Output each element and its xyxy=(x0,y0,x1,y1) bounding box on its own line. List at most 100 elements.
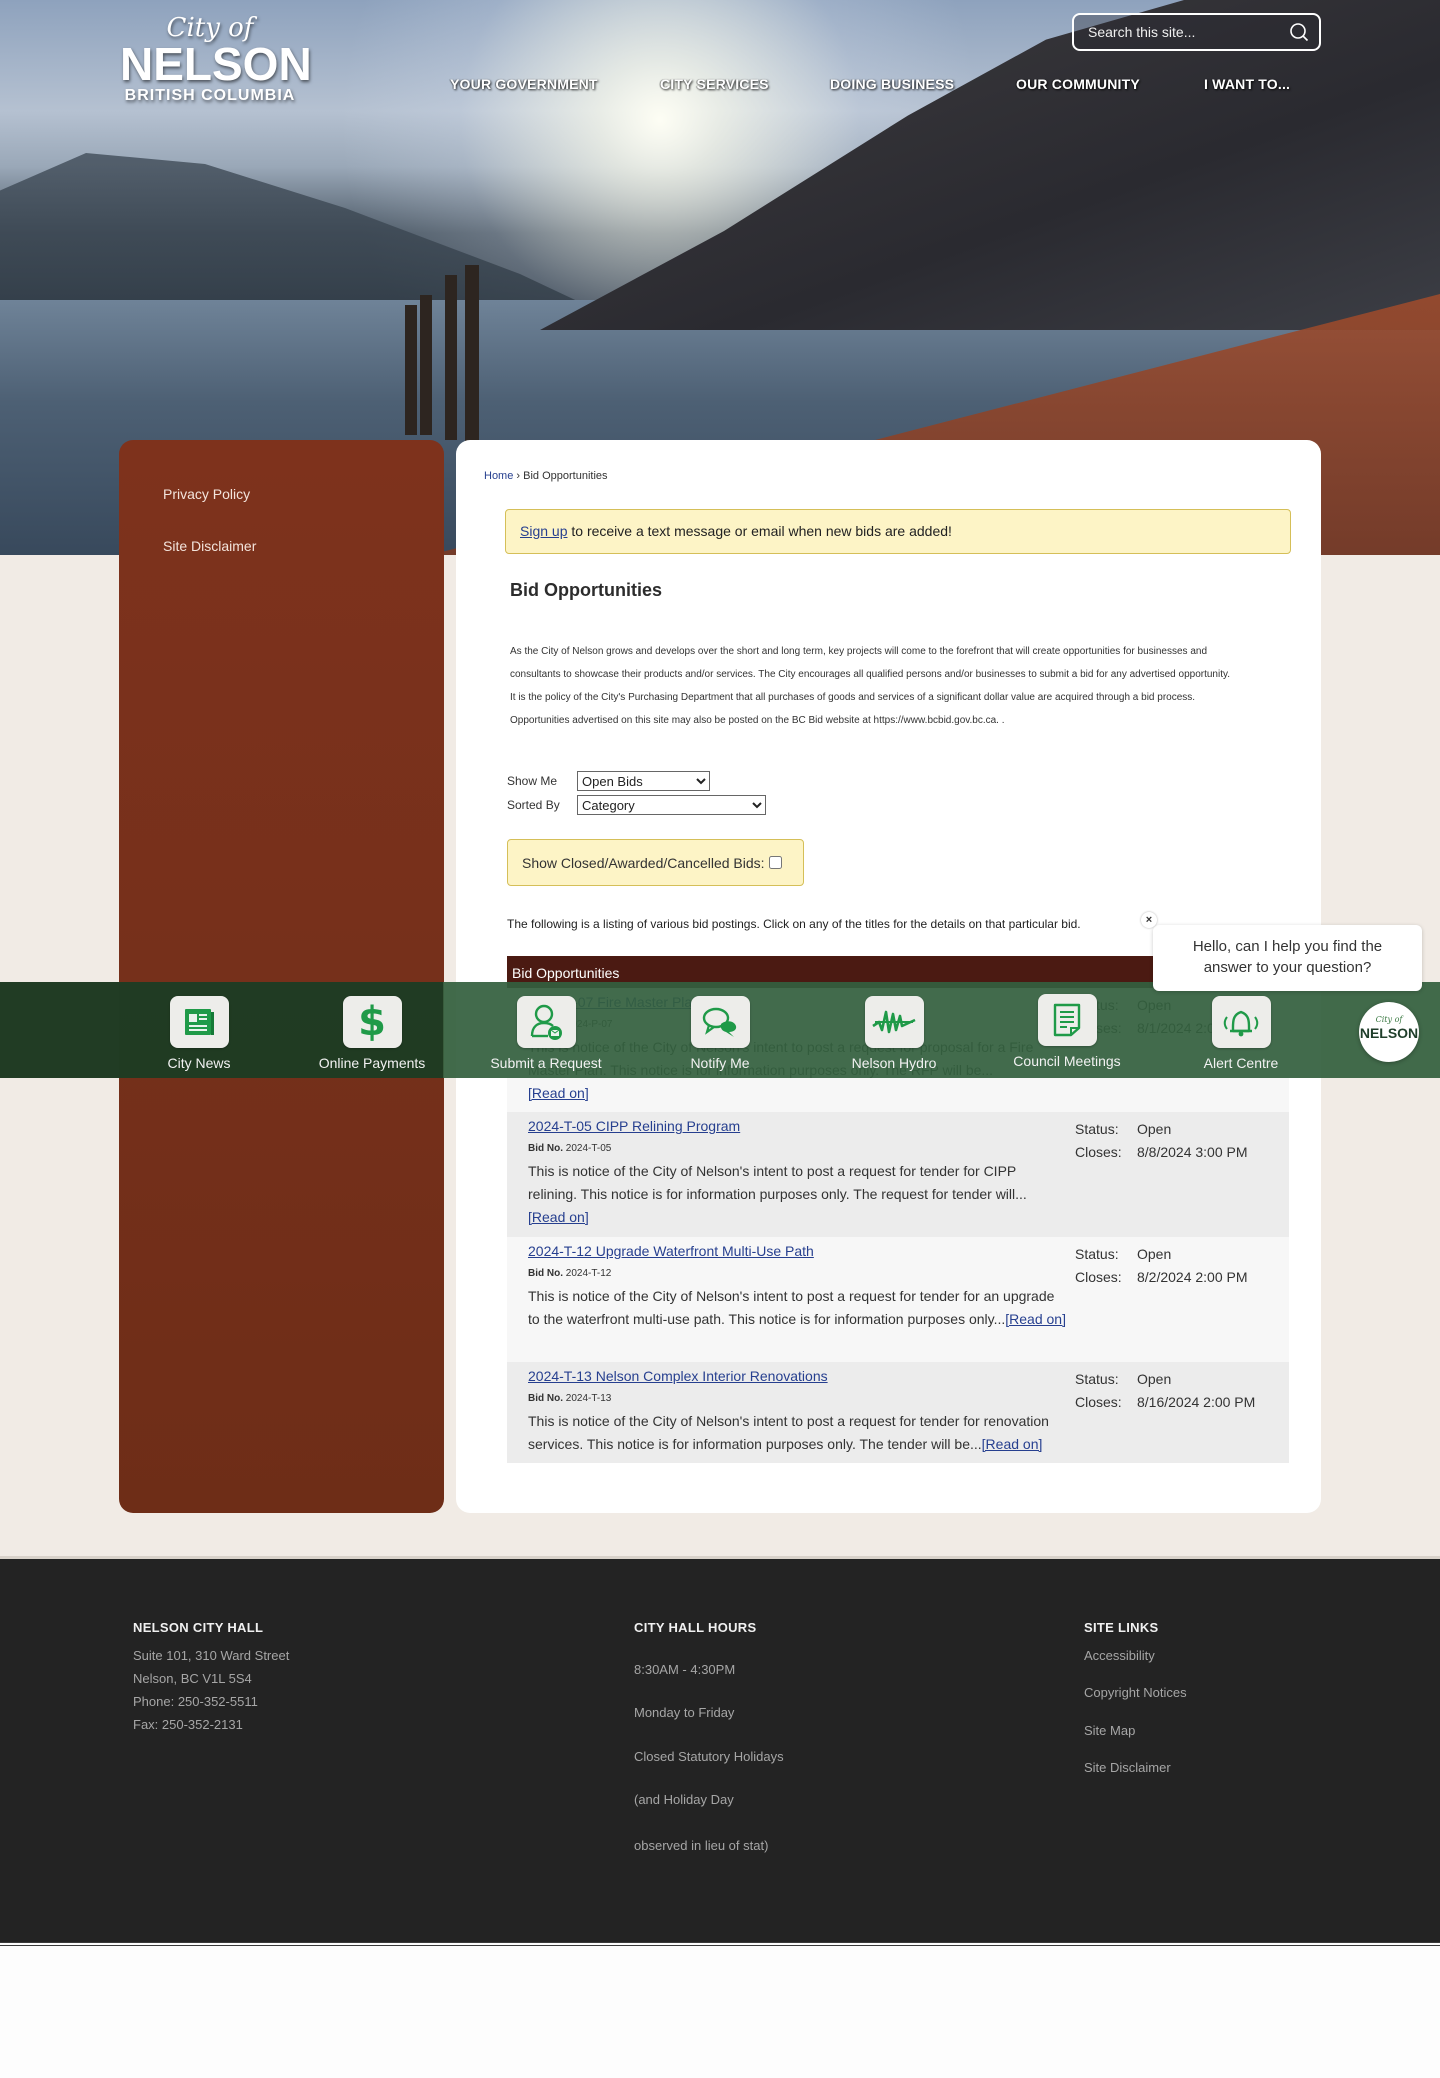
footer-hours-heading: CITY HALL HOURS xyxy=(634,1620,757,1635)
hydro-logo-icon xyxy=(872,1010,916,1034)
quicklink-label: Online Payments xyxy=(318,1055,426,1071)
nav-i-want-to[interactable]: I WANT TO... xyxy=(1204,76,1290,92)
chat-greeting-bubble[interactable]: Hello, can I help you find the answer to… xyxy=(1153,925,1422,991)
chat-logo-city-of: City of xyxy=(1375,1015,1403,1024)
footer-hours-line: (and Holiday Day xyxy=(634,1792,734,1807)
chat-bubbles-icon xyxy=(702,1007,737,1037)
bid-no-key: Bid No. xyxy=(528,1143,563,1154)
show-closed-checkbox[interactable] xyxy=(768,856,782,869)
sorted-by-label: Sorted By xyxy=(507,798,560,812)
bid-meta: Status: Open Closes: 8/16/2024 2:00 PM xyxy=(1075,1368,1285,1414)
quicklink-nelson-hydro[interactable]: Nelson Hydro xyxy=(819,996,969,1071)
bid-row: 2024-T-13 Nelson Complex Interior Renova… xyxy=(507,1362,1289,1463)
bid-no-value: 2024-T-12 xyxy=(565,1268,612,1279)
intro-line: consultants to showcase their products a… xyxy=(510,669,1231,680)
dollar-icon: $ xyxy=(358,999,386,1045)
status-value: Open xyxy=(1137,1121,1172,1137)
search-input[interactable] xyxy=(1088,24,1289,40)
status-value: Open xyxy=(1137,1246,1172,1262)
bid-description: This is notice of the City of Nelson's i… xyxy=(528,1410,1068,1456)
closes-key: Closes: xyxy=(1075,1394,1122,1410)
status-key: Status: xyxy=(1075,1246,1119,1262)
quicklink-label: Submit a Request xyxy=(490,1055,602,1071)
quicklink-submit-request[interactable]: Submit a Request xyxy=(471,996,621,1071)
site-search xyxy=(1072,13,1321,51)
quicklink-alert-centre[interactable]: Alert Centre xyxy=(1166,996,1316,1071)
footer-link-site-disclaimer[interactable]: Site Disclaimer xyxy=(1084,1760,1171,1775)
page-title: Bid Opportunities xyxy=(510,580,662,600)
quicklink-online-payments[interactable]: $ Online Payments xyxy=(297,996,447,1071)
bell-icon xyxy=(1223,1010,1259,1037)
bid-description: This is notice of the City of Nelson's i… xyxy=(528,1285,1068,1331)
chat-logo-nelson: NELSON xyxy=(1359,1025,1419,1041)
page-bottom-area xyxy=(0,1942,1440,2078)
show-me-select[interactable]: Open Bids xyxy=(577,771,710,791)
quicklink-label: City News xyxy=(167,1055,231,1071)
quicklink-city-news[interactable]: City News xyxy=(124,996,274,1071)
quicklink-council-meetings[interactable]: Council Meetings xyxy=(992,994,1142,1069)
bid-title-link[interactable]: 2024-T-13 Nelson Complex Interior Renova… xyxy=(528,1368,1068,1390)
nav-your-government[interactable]: YOUR GOVERNMENT xyxy=(450,76,598,92)
footer-site-links-heading: SITE LINKS xyxy=(1084,1620,1159,1635)
sorted-by-select[interactable]: Category xyxy=(577,795,766,815)
read-on-link[interactable]: [Read on] xyxy=(528,1209,589,1225)
bid-number: Bid No. 2024-T-12 xyxy=(528,1265,1068,1285)
quick-links-bar: City News $ Online Payments Submit a Req… xyxy=(0,982,1440,1078)
quicklink-label: Nelson Hydro xyxy=(851,1055,937,1071)
footer-city-hall-heading: NELSON CITY HALL xyxy=(133,1620,264,1635)
nav-city-services[interactable]: CITY SERVICES xyxy=(660,76,769,92)
bid-desc-text: This is notice of the City of Nelson's i… xyxy=(528,1163,1027,1202)
quicklink-label: Notify Me xyxy=(690,1055,750,1071)
signup-text: to receive a text message or email when … xyxy=(567,523,952,539)
closes-key: Closes: xyxy=(1075,1269,1122,1285)
chat-launcher-button[interactable]: City of NELSON xyxy=(1359,1002,1419,1062)
nav-our-community[interactable]: OUR COMMUNITY xyxy=(1016,76,1140,92)
signup-link[interactable]: Sign up xyxy=(520,523,567,539)
status-value: Open xyxy=(1137,1371,1172,1387)
bid-desc-text: This is notice of the City of Nelson's i… xyxy=(528,1288,1055,1327)
sidebar-item-site-disclaimer[interactable]: Site Disclaimer xyxy=(163,538,256,554)
quicklink-label: Council Meetings xyxy=(1013,1053,1121,1069)
footer-phone: Phone: 250-352-5511 xyxy=(133,1694,258,1709)
logo-british-columbia: BRITISH COLUMBIA xyxy=(124,87,296,104)
intro-text: As the City of Nelson grows and develops… xyxy=(510,640,1300,732)
footer-hours-line: Monday to Friday xyxy=(634,1705,735,1720)
show-closed-toggle: Show Closed/Awarded/Cancelled Bids: xyxy=(507,839,804,886)
footer-fax: Fax: 250-352-2131 xyxy=(133,1717,243,1732)
closes-value: 8/8/2024 3:00 PM xyxy=(1137,1144,1248,1160)
search-icon[interactable] xyxy=(1289,22,1309,42)
bid-no-value: 2024-T-05 xyxy=(565,1143,612,1154)
breadcrumb-home[interactable]: Home xyxy=(484,470,513,482)
breadcrumb: Home › Bid Opportunities xyxy=(484,470,608,482)
logo-nelson: NELSON xyxy=(120,38,312,90)
footer-hours-line: Closed Statutory Holidays xyxy=(634,1749,784,1764)
footer-link-accessibility[interactable]: Accessibility xyxy=(1084,1648,1155,1663)
bid-filters: Show Me Open Bids Sorted By Category xyxy=(507,769,766,817)
show-closed-label: Show Closed/Awarded/Cancelled Bids: xyxy=(522,854,765,871)
bid-meta: Status: Open Closes: 8/8/2024 3:00 PM xyxy=(1075,1118,1285,1164)
bid-desc-text: This is notice of the City of Nelson's i… xyxy=(528,1413,1049,1452)
bid-title-link[interactable]: 2024-T-05 CIPP Relining Program xyxy=(528,1118,1068,1140)
footer-link-copyright[interactable]: Copyright Notices xyxy=(1084,1685,1187,1700)
city-logo[interactable]: City of NELSON BRITISH COLUMBIA xyxy=(120,14,312,106)
read-on-link[interactable]: [Read on] xyxy=(982,1436,1043,1452)
newspaper-icon xyxy=(185,1009,214,1035)
read-on-link[interactable]: [Read on] xyxy=(1005,1311,1066,1327)
close-icon[interactable]: × xyxy=(1141,912,1157,928)
quicklink-notify-me[interactable]: Notify Me xyxy=(645,996,795,1071)
bid-description: This is notice of the City of Nelson's i… xyxy=(528,1160,1068,1229)
breadcrumb-current: Bid Opportunities xyxy=(523,470,608,482)
bid-title-link[interactable]: 2024-T-12 Upgrade Waterfront Multi-Use P… xyxy=(528,1243,1068,1265)
user-mail-icon xyxy=(530,1004,562,1040)
read-on-link[interactable]: [Read on] xyxy=(528,1085,589,1101)
intro-line: As the City of Nelson grows and develops… xyxy=(510,646,1208,657)
sidebar-item-privacy-policy[interactable]: Privacy Policy xyxy=(163,486,250,502)
footer-link-site-map[interactable]: Site Map xyxy=(1084,1723,1135,1738)
bid-row: 2024-T-12 Upgrade Waterfront Multi-Use P… xyxy=(507,1237,1289,1362)
bid-row: 2024-T-05 CIPP Relining Program Bid No. … xyxy=(507,1112,1289,1237)
nav-doing-business[interactable]: DOING BUSINESS xyxy=(830,76,954,92)
quicklink-label: Alert Centre xyxy=(1203,1055,1279,1071)
status-key: Status: xyxy=(1075,1371,1119,1387)
status-key: Status: xyxy=(1075,1121,1119,1137)
footer-hours-line: 8:30AM - 4:30PM xyxy=(634,1662,736,1677)
